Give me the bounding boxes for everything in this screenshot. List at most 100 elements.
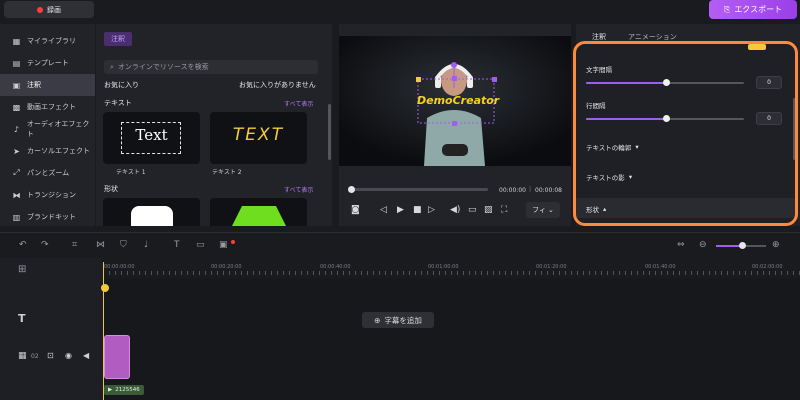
clip-label: 2125546	[115, 387, 140, 393]
speaker-icon[interactable]: ◀	[83, 351, 89, 360]
sidebar-item-label: カーソルエフェクト	[27, 147, 90, 155]
split-icon[interactable]: ⋈	[96, 240, 105, 250]
audio-icon: ♪	[13, 124, 19, 134]
sidebar-item-pan-zoom[interactable]: ⤢ パンとズーム	[0, 162, 95, 184]
brand-icon: ▥	[12, 212, 21, 222]
record-dot-icon	[37, 6, 43, 13]
stop-icon[interactable]: ■	[413, 205, 422, 215]
fit-timeline-icon[interactable]: ⇔	[677, 240, 685, 250]
sidebar-item-label: パンとズーム	[27, 169, 70, 177]
subtitle-icon[interactable]: ▭	[196, 240, 205, 250]
tick-label: 00:00:40:00	[320, 264, 351, 270]
fullscreen-icon[interactable]: ⛶	[501, 205, 507, 215]
record-clip-icon[interactable]: ▣	[219, 240, 228, 250]
ruler-ticks	[103, 271, 800, 275]
sidebar-item-caption[interactable]: ▣ 注釈	[0, 74, 95, 96]
zoom-slider-knob[interactable]	[739, 242, 746, 249]
favorites-empty-text: お気に入りがありません	[239, 81, 316, 89]
shield-icon[interactable]: ⛉	[120, 240, 127, 250]
export-button[interactable]: ⎘ エクスポート	[709, 0, 797, 19]
sidebar-item-label: トランジション	[27, 191, 76, 199]
sidebar-item-label: マイライブラリ	[27, 37, 76, 45]
trapezoid-shape	[232, 206, 286, 226]
fit-select[interactable]: フィ ⌄	[526, 202, 560, 218]
time-current: 00:00:00	[499, 187, 526, 194]
effect-icon: ▩	[12, 102, 21, 112]
sidebar-item-library[interactable]: ▦ マイライブラリ	[0, 30, 95, 52]
playhead-handle[interactable]	[101, 284, 109, 292]
thumb2-text: TEXT	[232, 125, 285, 145]
sidebar-item-transition[interactable]: ⧓ トランジション	[0, 184, 95, 206]
chevron-down-icon: ⌄	[548, 206, 554, 214]
text-template-thumb-1[interactable]: Text	[103, 112, 200, 164]
lock-icon[interactable]: ⊡	[47, 351, 54, 360]
export-icon: ⎘	[723, 4, 731, 14]
record-label: 録画	[47, 5, 61, 14]
text-track-icon: T	[18, 312, 26, 325]
progress-knob[interactable]	[348, 186, 355, 193]
redo-icon[interactable]: ↷	[41, 240, 49, 250]
text-section-title: テキスト	[104, 99, 132, 107]
cursor-icon: ➤	[13, 146, 20, 156]
sidebar-item-label: 注釈	[27, 81, 41, 89]
tick-label: 00:01:20:00	[536, 264, 567, 270]
zoom-out-icon[interactable]: ⊖	[699, 240, 707, 250]
microphone-icon[interactable]: ♩	[144, 240, 148, 250]
add-track-icon[interactable]: ⊞	[18, 264, 26, 275]
time-total: 00:00:08	[535, 187, 562, 194]
shape-show-all-link[interactable]: すべて表示	[284, 185, 313, 194]
crop-icon[interactable]: ▨	[484, 205, 493, 215]
video-clip-icon: ▶	[108, 387, 113, 393]
search-placeholder: オンラインでリソースを検索	[117, 63, 209, 71]
tick-label: 00:01:40:00	[645, 264, 676, 270]
sidebar-item-audio-effect[interactable]: ♪ オーディオエフェクト	[0, 118, 95, 140]
crop-tool-icon[interactable]: ⌗	[72, 240, 77, 250]
prev-frame-icon[interactable]: ◁	[380, 205, 387, 215]
undo-icon[interactable]: ↶	[19, 240, 27, 250]
tab-caption[interactable]: 注釈	[104, 32, 132, 46]
text-template-thumb-2[interactable]: TEXT	[210, 112, 307, 164]
shape-thumb-2[interactable]	[210, 198, 307, 226]
sidebar-item-label: テンプレート	[27, 59, 69, 67]
sidebar-item-video-effect[interactable]: ▩ 動画エフェクト	[0, 96, 95, 118]
tick-label: 00:00:00:00	[104, 264, 135, 270]
video-preview: DemoCreator	[339, 36, 571, 166]
record-button[interactable]: 録画	[4, 1, 94, 18]
track-headers: ⊞ T ▦ 02 ⊡ ◉ ◀	[0, 258, 102, 400]
search-input[interactable]: ⌕ オンラインでリソースを検索	[104, 60, 318, 74]
video-clip-tag[interactable]: ▶ 2125546	[104, 385, 144, 395]
thumb1-text: Text	[135, 126, 168, 144]
video-track-icon: ▦	[18, 351, 27, 361]
sidebar-item-cursor-effect[interactable]: ➤ カーソルエフェクト	[0, 140, 95, 162]
play-icon[interactable]: ▶	[397, 205, 404, 215]
fit-label: フィ	[532, 206, 546, 214]
overlay-text[interactable]: DemoCreator	[417, 94, 499, 107]
volume-icon[interactable]: ◀)	[450, 205, 460, 215]
caption-clip[interactable]	[104, 335, 130, 379]
record-indicator-dot	[231, 240, 235, 244]
add-subtitle-button[interactable]: ⊕ 字幕を追加	[362, 312, 434, 328]
eye-icon[interactable]: ◉	[65, 351, 72, 360]
shape-thumb-1[interactable]	[103, 198, 200, 226]
sidebar: ▦ マイライブラリ ▤ テンプレート ▣ 注釈 ▩ 動画エフェクト ♪ オーディ…	[0, 24, 95, 226]
text-show-all-link[interactable]: すべて表示	[284, 99, 313, 108]
library-icon: ▦	[12, 36, 21, 46]
text-box-icon[interactable]: T	[174, 240, 180, 250]
next-frame-icon[interactable]: ▷	[428, 205, 435, 215]
ratio-icon[interactable]: ▭	[468, 205, 477, 215]
thumb1-caption: テキスト 1	[116, 169, 146, 176]
camera-icon[interactable]: ◙	[351, 205, 360, 215]
thumb2-caption: テキスト 2	[212, 169, 242, 176]
top-bar: 録画 ⎘ エクスポート	[0, 0, 800, 22]
shape-section-title: 形状	[104, 185, 118, 193]
caption-icon: ▣	[12, 80, 21, 90]
timeline-tracks[interactable]	[103, 278, 800, 400]
sidebar-item-template[interactable]: ▤ テンプレート	[0, 52, 95, 74]
playhead[interactable]	[103, 262, 104, 400]
sidebar-item-brand-kit[interactable]: ▥ ブランドキット	[0, 206, 95, 228]
progress-track[interactable]	[348, 188, 488, 191]
library-scrollbar[interactable]	[328, 104, 331, 160]
add-subtitle-label: 字幕を追加	[384, 315, 422, 325]
zoom-in-icon[interactable]: ⊕	[772, 240, 780, 250]
tick-label: 00:00:20:00	[211, 264, 242, 270]
